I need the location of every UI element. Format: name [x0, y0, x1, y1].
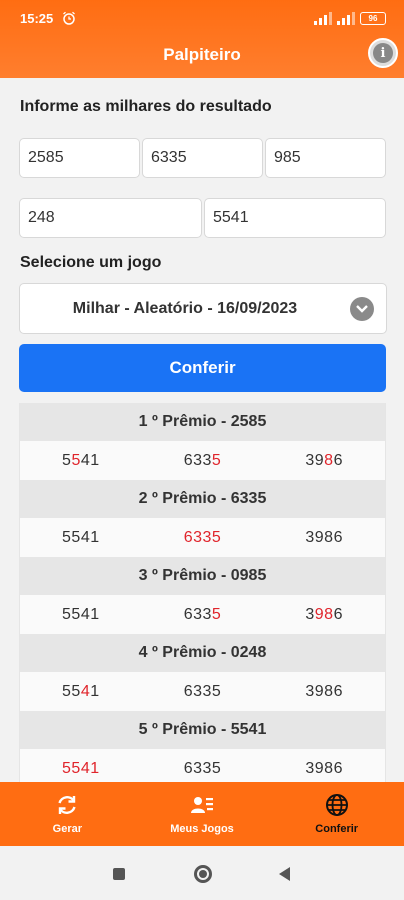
digits: 39: [305, 451, 325, 469]
signal-icon-2: [337, 11, 355, 25]
digits: 1: [90, 682, 100, 700]
digits: 6: [333, 451, 343, 469]
hit-digits: 5: [211, 605, 222, 623]
nav-label-conferir: Conferir: [315, 823, 359, 835]
result-number: 6335: [142, 452, 264, 470]
prize-header: 2 º Prêmio - 6335: [20, 480, 385, 518]
result-number: 3986: [263, 606, 385, 624]
status-time: 15:25: [20, 11, 54, 26]
result-number: 5541: [20, 606, 142, 624]
result-row: 5541 6335 3986: [20, 595, 385, 634]
result-number: 5541: [20, 529, 142, 547]
digits: 5541: [62, 528, 100, 546]
result-number: 6335: [142, 529, 264, 547]
info-button[interactable]: i: [368, 38, 398, 68]
alarm-icon: [63, 11, 75, 25]
digits: 633: [183, 605, 212, 623]
back-icon[interactable]: [279, 867, 290, 881]
result-row: 5541 6335 3986: [20, 518, 385, 557]
digits: 6335: [183, 682, 222, 700]
nav-conferir[interactable]: Conferir: [269, 782, 404, 846]
digits: 41: [80, 451, 100, 469]
hit-digits: 4: [80, 682, 91, 700]
milhar-input-1[interactable]: 2585: [19, 138, 140, 178]
result-row: 5541 6335 3986: [20, 672, 385, 711]
result-number: 5541: [20, 452, 142, 470]
digits: 3986: [305, 759, 343, 777]
status-bar: 15:25 96: [0, 0, 404, 36]
system-nav-bar: [0, 846, 404, 900]
app-title: Palpiteiro: [163, 45, 241, 64]
hit-digits: 6335: [183, 528, 222, 546]
nav-label-meus-jogos: Meus Jogos: [170, 823, 234, 835]
home-icon[interactable]: [194, 865, 212, 883]
digits: 5541: [62, 605, 100, 623]
prize-header: 4 º Prêmio - 0248: [20, 634, 385, 672]
nav-label-gerar: Gerar: [52, 823, 83, 835]
result-row: 5541 6335 3986: [20, 441, 385, 480]
game-title: Selecione um jogo: [20, 254, 162, 271]
hit-digits: 5: [211, 451, 222, 469]
digits: 55: [62, 682, 81, 700]
result-number: 5541: [20, 683, 142, 701]
signal-icon: [314, 11, 332, 25]
result-number: 3986: [263, 452, 385, 470]
bottom-nav: Gerar Meus Jogos Conferir: [0, 782, 404, 846]
hit-digits: 5: [71, 451, 81, 469]
result-number: 3986: [263, 529, 385, 547]
digits: 6: [333, 605, 343, 623]
hit-digits: 8: [324, 451, 334, 469]
chevron-down-icon: [350, 297, 374, 321]
result-number: 6335: [142, 683, 264, 701]
digits: 3986: [305, 682, 343, 700]
recents-icon[interactable]: [113, 868, 125, 880]
nav-meus-jogos[interactable]: Meus Jogos: [135, 782, 270, 846]
prize-header: 3 º Prêmio - 0985: [20, 557, 385, 595]
milhar-input-5[interactable]: 5541: [204, 198, 386, 238]
digits: 3: [305, 605, 315, 623]
hit-digits: 5541: [62, 759, 100, 777]
refresh-icon: [58, 796, 76, 814]
result-row: 5541 6335 3986: [20, 749, 385, 783]
check-button[interactable]: Conferir: [19, 344, 386, 392]
milhar-input-2[interactable]: 6335: [142, 138, 263, 178]
info-icon: i: [373, 43, 393, 63]
result-number: 3986: [263, 683, 385, 701]
battery-icon: 96: [360, 11, 386, 25]
result-number: 3986: [263, 760, 385, 778]
milhar-input-4[interactable]: 248: [19, 198, 202, 238]
result-number: 6335: [142, 760, 264, 778]
results-list[interactable]: 1 º Prêmio - 2585 5541 6335 3986 2 º Prêmio …: [19, 403, 386, 783]
globe-icon: [325, 794, 348, 816]
digits: 633: [183, 451, 212, 469]
status-icons: 96: [314, 10, 386, 26]
app-header: 15:25 96 Palpiteiro i: [0, 0, 404, 78]
prize-header: 1 º Prêmio - 2585: [20, 403, 385, 441]
contacts-list-icon: [191, 797, 213, 813]
nav-gerar[interactable]: Gerar: [0, 782, 135, 846]
hit-digits: 98: [314, 605, 334, 623]
game-select[interactable]: Milhar - Aleatório - 16/09/2023: [19, 283, 387, 334]
milhar-input-3[interactable]: 985: [265, 138, 386, 178]
prize-header: 5 º Prêmio - 5541: [20, 711, 385, 749]
result-number: 5541: [20, 760, 142, 778]
digits: 3986: [305, 528, 343, 546]
digits: 6335: [183, 759, 222, 777]
result-number: 6335: [142, 606, 264, 624]
results-title: Informe as milhares do resultado: [20, 98, 272, 115]
game-select-value: Milhar - Aleatório - 16/09/2023: [72, 300, 298, 317]
